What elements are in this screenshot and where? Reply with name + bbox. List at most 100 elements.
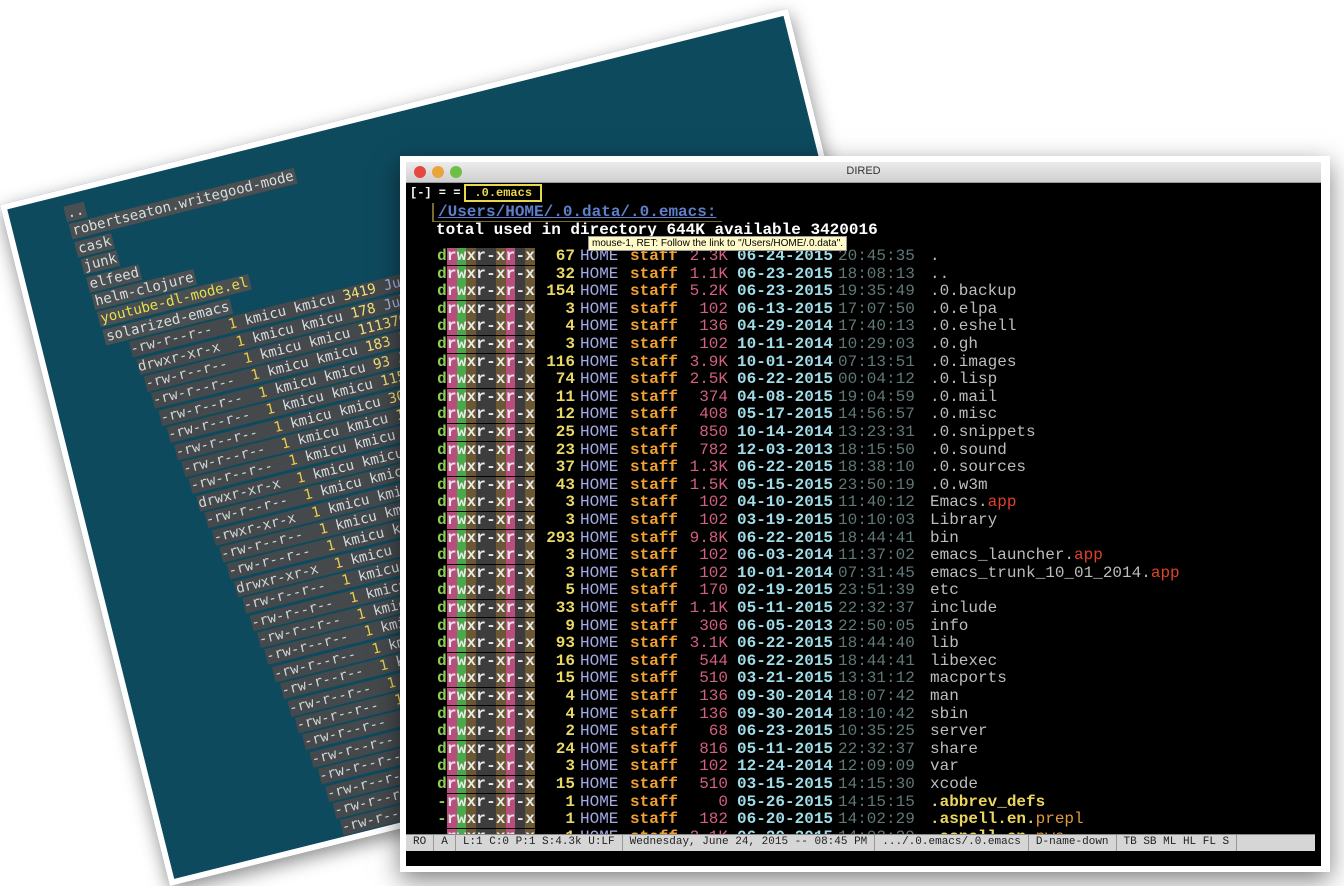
file-row[interactable]: drwxr-xr-x3HOMEstaff10212-24-201412:09:0… bbox=[406, 758, 1321, 776]
file-row[interactable]: drwxr-xr-x33HOMEstaff1.1K05-11-201522:32… bbox=[406, 600, 1321, 618]
file-row[interactable]: drwxr-xr-x9HOMEstaff30606-05-201322:50:0… bbox=[406, 618, 1321, 636]
file-name-link[interactable]: .aspell.en.prepl bbox=[930, 811, 1084, 828]
file-name-link[interactable]: .0.misc bbox=[930, 406, 997, 423]
file-name[interactable]: .0.w3m bbox=[930, 476, 988, 494]
file-name[interactable]: etc bbox=[930, 581, 959, 599]
file-name[interactable]: .0.lisp bbox=[930, 370, 997, 388]
file-row[interactable]: drwxr-xr-x3HOMEstaff10206-13-201517:07:5… bbox=[406, 301, 1321, 319]
file-name-link[interactable]: emacs_trunk_10_01_2014.app bbox=[930, 565, 1180, 582]
file-name[interactable]: .0.backup bbox=[930, 282, 1016, 300]
file-row[interactable]: drwxr-xr-x3HOMEstaff10203-19-201510:10:0… bbox=[406, 512, 1321, 530]
file-name[interactable]: .0.gh bbox=[930, 335, 978, 353]
file-row[interactable]: drwxr-xr-x3HOMEstaff10210-01-201407:31:4… bbox=[406, 565, 1321, 583]
file-row[interactable]: drwxr-xr-x11HOMEstaff37404-08-201519:04:… bbox=[406, 389, 1321, 407]
file-row[interactable]: drwxr-xr-x43HOMEstaff1.5K05-15-201523:50… bbox=[406, 477, 1321, 495]
file-row[interactable]: drwxr-xr-x16HOMEstaff54406-22-201518:44:… bbox=[406, 653, 1321, 671]
file-row[interactable]: drwxr-xr-x4HOMEstaff13604-29-201417:40:1… bbox=[406, 318, 1321, 336]
file-name[interactable]: .0.elpa bbox=[930, 300, 997, 318]
file-name-link[interactable]: .0.mail bbox=[930, 389, 997, 406]
file-name[interactable]: var bbox=[930, 757, 959, 775]
file-name-link[interactable]: Emacs.app bbox=[930, 494, 1016, 511]
file-name[interactable]: info bbox=[930, 617, 968, 635]
file-row[interactable]: drwxr-xr-x2HOMEstaff6806-23-201510:35:25… bbox=[406, 723, 1321, 741]
file-name-link[interactable]: share bbox=[930, 741, 978, 758]
file-row[interactable]: drwxr-xr-x32HOMEstaff1.1K06-23-201518:08… bbox=[406, 266, 1321, 284]
file-name[interactable]: macports bbox=[930, 669, 1007, 687]
file-name-link[interactable]: .0.eshell bbox=[930, 318, 1016, 335]
file-row[interactable]: drwxr-xr-x74HOMEstaff2.5K06-22-201500:04… bbox=[406, 371, 1321, 389]
file-name-link[interactable]: .0.snippets bbox=[930, 424, 1036, 441]
file-name[interactable]: .aspell.en. bbox=[930, 810, 1036, 828]
file-row[interactable]: drwxr-xr-x67HOMEstaff2.3K06-24-201520:45… bbox=[406, 248, 1321, 266]
file-name-link[interactable]: server bbox=[930, 723, 988, 740]
file-row[interactable]: drwxr-xr-x116HOMEstaff3.9K10-01-201407:1… bbox=[406, 354, 1321, 372]
file-name[interactable]: .0.misc bbox=[930, 405, 997, 423]
file-name-link[interactable]: sbin bbox=[930, 706, 968, 723]
file-row[interactable]: drwxr-xr-x154HOMEstaff5.2K06-23-201519:3… bbox=[406, 283, 1321, 301]
file-row[interactable]: drwxr-xr-x15HOMEstaff51003-21-201513:31:… bbox=[406, 670, 1321, 688]
file-row[interactable]: drwxr-xr-x4HOMEstaff13609-30-201418:10:4… bbox=[406, 706, 1321, 724]
file-name-link[interactable]: bin bbox=[930, 530, 959, 547]
file-row[interactable]: drwxr-xr-x24HOMEstaff81605-11-201522:32:… bbox=[406, 741, 1321, 759]
file-name-link[interactable]: info bbox=[930, 618, 968, 635]
file-row[interactable]: drwxr-xr-x4HOMEstaff13609-30-201418:07:4… bbox=[406, 688, 1321, 706]
file-row[interactable]: drwxr-xr-x293HOMEstaff9.8K06-22-201518:4… bbox=[406, 530, 1321, 548]
file-name[interactable]: .0.sources bbox=[930, 458, 1026, 476]
file-name-link[interactable]: .abbrev_defs bbox=[930, 794, 1045, 811]
file-name-link[interactable]: include bbox=[930, 600, 997, 617]
file-name[interactable]: man bbox=[930, 687, 959, 705]
file-name[interactable]: .0.eshell bbox=[930, 317, 1016, 335]
file-name[interactable]: bin bbox=[930, 529, 959, 547]
file-name[interactable]: include bbox=[930, 599, 997, 617]
file-row[interactable]: drwxr-xr-x15HOMEstaff51003-15-201514:15:… bbox=[406, 776, 1321, 794]
file-name-link[interactable]: .0.gh bbox=[930, 336, 978, 353]
directory-path-link[interactable]: /Users/HOME/.0.data/.0.emacs: bbox=[432, 203, 722, 222]
file-extension[interactable]: app bbox=[1074, 546, 1103, 564]
file-name-link[interactable]: etc bbox=[930, 582, 959, 599]
buffer-name-tab[interactable]: .0.emacs bbox=[464, 184, 542, 202]
file-name[interactable]: sbin bbox=[930, 705, 968, 723]
file-name-link[interactable]: .0.elpa bbox=[930, 301, 997, 318]
file-name-link[interactable]: .0.lisp bbox=[930, 371, 997, 388]
file-extension[interactable]: prepl bbox=[1036, 810, 1084, 828]
file-row[interactable]: drwxr-xr-x23HOMEstaff78212-03-201318:15:… bbox=[406, 442, 1321, 460]
file-extension[interactable]: app bbox=[1151, 564, 1180, 582]
file-row[interactable]: drwxr-xr-x93HOMEstaff3.1K06-22-201518:44… bbox=[406, 635, 1321, 653]
file-name-link[interactable]: man bbox=[930, 688, 959, 705]
file-row[interactable]: drwxr-xr-x37HOMEstaff1.3K06-22-201518:38… bbox=[406, 459, 1321, 477]
file-name-link[interactable]: . bbox=[930, 248, 940, 265]
file-name[interactable]: libexec bbox=[930, 652, 997, 670]
file-name[interactable]: .0.images bbox=[930, 353, 1016, 371]
file-row[interactable]: -rwxr-xr-x1HOMEstaff005-26-201514:15:15.… bbox=[406, 794, 1321, 812]
file-row[interactable]: drwxr-xr-x5HOMEstaff17002-19-201523:51:3… bbox=[406, 582, 1321, 600]
file-name-link[interactable]: libexec bbox=[930, 653, 997, 670]
file-name[interactable]: share bbox=[930, 740, 978, 758]
file-row[interactable]: drwxr-xr-x3HOMEstaff10204-10-201511:40:1… bbox=[406, 494, 1321, 512]
file-name[interactable]: xcode bbox=[930, 775, 978, 793]
file-name[interactable]: .0.sound bbox=[930, 441, 1007, 459]
file-name[interactable]: .abbrev_defs bbox=[930, 793, 1045, 811]
file-name-link[interactable]: .. bbox=[930, 266, 949, 283]
file-name-link[interactable]: emacs_launcher.app bbox=[930, 547, 1103, 564]
file-row[interactable]: drwxr-xr-x3HOMEstaff10210-11-201410:29:0… bbox=[406, 336, 1321, 354]
file-name-link[interactable]: .0.w3m bbox=[930, 477, 988, 494]
file-name[interactable]: . bbox=[930, 247, 940, 265]
file-name[interactable]: .0.mail bbox=[930, 388, 997, 406]
file-row[interactable]: drwxr-xr-x25HOMEstaff85010-14-201413:23:… bbox=[406, 424, 1321, 442]
file-name[interactable]: .0.snippets bbox=[930, 423, 1036, 441]
mode-line-segment[interactable]: A bbox=[434, 835, 456, 851]
file-name-link[interactable]: var bbox=[930, 758, 959, 775]
file-name-link[interactable]: .0.sources bbox=[930, 459, 1026, 476]
file-name[interactable]: lib bbox=[930, 634, 959, 652]
file-name-link[interactable]: xcode bbox=[930, 776, 978, 793]
file-name[interactable]: server bbox=[930, 722, 988, 740]
title-bar[interactable]: DIRED bbox=[406, 162, 1321, 183]
file-name[interactable]: emacs_launcher. bbox=[930, 546, 1074, 564]
file-name-link[interactable]: Library bbox=[930, 512, 997, 529]
file-name-link[interactable]: .0.sound bbox=[930, 442, 1007, 459]
file-name-link[interactable]: .0.backup bbox=[930, 283, 1016, 300]
file-row[interactable]: drwxr-xr-x3HOMEstaff10206-03-201411:37:0… bbox=[406, 547, 1321, 565]
mode-line-segment[interactable]: RO bbox=[406, 835, 434, 851]
file-name-link[interactable]: lib bbox=[930, 635, 959, 652]
file-name[interactable]: Emacs. bbox=[930, 493, 988, 511]
